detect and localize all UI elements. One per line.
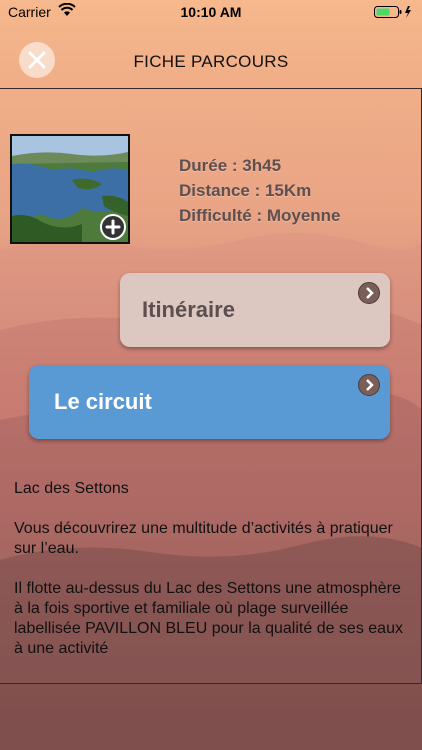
duration-text: Durée : 3h45 xyxy=(179,156,282,175)
distance-text: Distance : 15Km xyxy=(179,181,312,200)
itinerary-button[interactable]: Itinéraire xyxy=(120,273,390,347)
lake-photo-thumbnail[interactable] xyxy=(10,134,130,244)
page-title: FICHE PARCOURS xyxy=(133,52,289,71)
chevron-right-icon xyxy=(358,282,380,304)
plus-icon[interactable] xyxy=(100,214,126,240)
chevron-right-icon xyxy=(358,374,380,396)
circuit-button-label: Le circuit xyxy=(54,389,152,414)
circuit-button[interactable]: Le circuit xyxy=(29,365,390,439)
description-title: Lac des Settons xyxy=(14,480,129,497)
description-paragraph: Il flotte au-dessus du Lac des Settons u… xyxy=(14,580,403,657)
description-text: Lac des Settons Vous découvrirez une mul… xyxy=(14,479,404,679)
battery-icon xyxy=(374,5,414,22)
content-panel[interactable]: Durée : 3h45 Distance : 15Km Difficulté … xyxy=(0,88,422,684)
navigation-bar: FICHE PARCOURS xyxy=(0,30,422,90)
clock: 10:10 AM xyxy=(180,4,242,20)
difficulty-text: Difficulté : Moyenne xyxy=(179,206,341,225)
itinerary-button-label: Itinéraire xyxy=(142,297,235,322)
status-bar: Carrier 10:10 AM xyxy=(0,0,422,24)
route-info: Durée : 3h45 Distance : 15Km Difficulté … xyxy=(179,153,341,228)
description-paragraph: Vous découvrirez une multitude d’activit… xyxy=(14,520,393,557)
